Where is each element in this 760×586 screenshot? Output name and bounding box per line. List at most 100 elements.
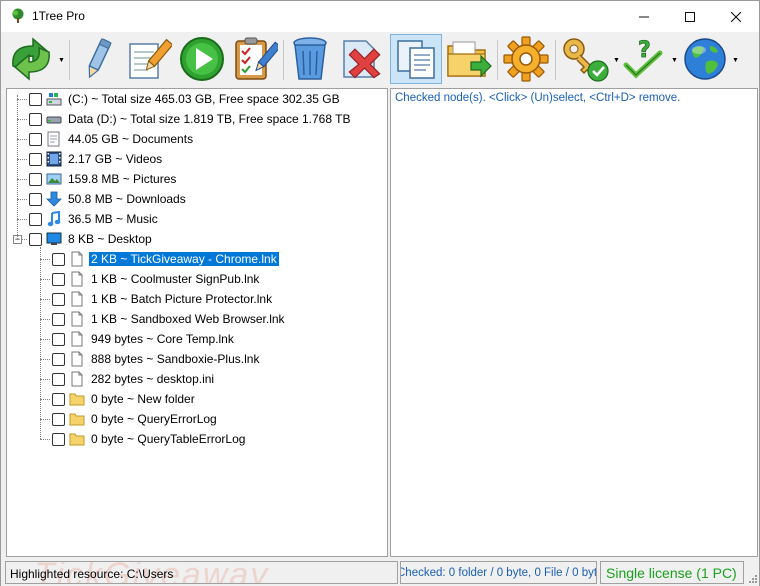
pencil-icon: [88, 38, 112, 79]
tree-item[interactable]: 2 KB ~ TickGiveaway - Chrome.lnk: [7, 249, 387, 269]
tree-item-checkbox[interactable]: [29, 213, 42, 226]
copy-button[interactable]: [390, 34, 442, 84]
tree-item[interactable]: 1 KB ~ Batch Picture Protector.lnk: [7, 289, 387, 309]
status-highlighted-panel: TickGiveaway Highlighted resource: C:\Us…: [5, 561, 398, 584]
tree-item[interactable]: 888 bytes ~ Sandboxie-Plus.lnk: [7, 349, 387, 369]
tree-item[interactable]: 1 KB ~ Sandboxed Web Browser.lnk: [7, 309, 387, 329]
tree-item-label[interactable]: 36.5 MB ~ Music: [66, 212, 160, 226]
resize-grip-icon[interactable]: [747, 573, 757, 583]
tree-item[interactable]: Data (D:) ~ Total size 1.819 TB, Free sp…: [7, 109, 387, 129]
delete-x-icon: [343, 40, 381, 79]
title-bar: 1Tree Pro: [1, 1, 759, 32]
edit-button[interactable]: [75, 34, 121, 84]
web-dropdown-arrow[interactable]: ▼: [732, 57, 739, 64]
help-dropdown-arrow[interactable]: ▼: [671, 57, 678, 64]
checklist-button[interactable]: [229, 34, 279, 84]
tree-item-label[interactable]: 44.05 GB ~ Documents: [66, 132, 195, 146]
close-button[interactable]: [713, 1, 759, 32]
tree-item-checkbox[interactable]: [52, 273, 65, 286]
refresh-dropdown-arrow[interactable]: ▼: [58, 57, 65, 64]
drive-c-icon: [46, 91, 62, 107]
tree-item[interactable]: 0 byte ~ QueryTableErrorLog: [7, 429, 387, 449]
delete-button[interactable]: [337, 34, 387, 84]
tree-item-label[interactable]: 8 KB ~ Desktop: [66, 232, 154, 246]
license-text: Single license (1 PC): [606, 565, 737, 581]
tree-item-label[interactable]: Data (D:) ~ Total size 1.819 TB, Free sp…: [66, 112, 352, 126]
license-dropdown-arrow[interactable]: ▼: [613, 57, 620, 64]
tree-item-label[interactable]: 1 KB ~ Coolmuster SignPub.lnk: [89, 272, 261, 286]
tree-item[interactable]: 0 byte ~ QueryErrorLog: [7, 409, 387, 429]
tree-item-checkbox[interactable]: [29, 233, 42, 246]
tree-item[interactable]: 50.8 MB ~ Downloads: [7, 189, 387, 209]
tree-item-label[interactable]: 159.8 MB ~ Pictures: [66, 172, 178, 186]
tree-app-icon: [12, 8, 24, 23]
tree-item-checkbox[interactable]: [52, 353, 65, 366]
web-button[interactable]: [681, 34, 729, 84]
help-check-icon: ?: [623, 38, 663, 79]
minimize-button[interactable]: [621, 1, 667, 32]
tree-item-checkbox[interactable]: [29, 113, 42, 126]
tree-item[interactable]: 0 byte ~ New folder: [7, 389, 387, 409]
folder-tree[interactable]: − (C:) ~ Total size 465.03 GB, Free spac…: [6, 88, 388, 557]
tree-item-label[interactable]: 1 KB ~ Sandboxed Web Browser.lnk: [89, 312, 287, 326]
desktop-icon: [46, 231, 62, 247]
file-icon: [69, 371, 85, 387]
tree-item-label[interactable]: 0 byte ~ QueryErrorLog: [89, 412, 219, 426]
move-button[interactable]: [444, 34, 494, 84]
folder-icon: [69, 431, 85, 447]
tree-item-checkbox[interactable]: [29, 173, 42, 186]
toolbar: ▼ ▼ ? ▼ ▼: [1, 32, 759, 87]
tree-item-checkbox[interactable]: [52, 253, 65, 266]
tree-item-checkbox[interactable]: [29, 153, 42, 166]
tree-item-label[interactable]: 2.17 GB ~ Videos: [66, 152, 164, 166]
tree-item-checkbox[interactable]: [52, 393, 65, 406]
run-button[interactable]: [177, 34, 227, 84]
refresh-button[interactable]: [5, 34, 57, 84]
tree-item[interactable]: 2.17 GB ~ Videos: [7, 149, 387, 169]
tree-item[interactable]: 949 bytes ~ Core Temp.lnk: [7, 329, 387, 349]
tree-item-label[interactable]: 888 bytes ~ Sandboxie-Plus.lnk: [89, 352, 261, 366]
tree-item-checkbox[interactable]: [29, 193, 42, 206]
tree-item-label[interactable]: (C:) ~ Total size 465.03 GB, Free space …: [66, 92, 342, 106]
tree-item-label[interactable]: 50.8 MB ~ Downloads: [66, 192, 188, 206]
tree-item-checkbox[interactable]: [52, 433, 65, 446]
drive-icon: [46, 111, 62, 127]
tree-item-checkbox[interactable]: [29, 93, 42, 106]
checked-nodes-pane[interactable]: Checked node(s). <Click> (Un)select, <Ct…: [390, 88, 758, 557]
tree-item-checkbox[interactable]: [52, 313, 65, 326]
checked-nodes-hint: Checked node(s). <Click> (Un)select, <Ct…: [395, 92, 681, 104]
status-checked-panel: Checked: 0 folder / 0 byte, 0 File / 0 b…: [400, 561, 597, 584]
tree-item[interactable]: (C:) ~ Total size 465.03 GB, Free space …: [7, 89, 387, 109]
settings-button[interactable]: [501, 34, 551, 84]
license-button[interactable]: [559, 34, 611, 84]
tree-item[interactable]: 36.5 MB ~ Music: [7, 209, 387, 229]
maximize-button[interactable]: [667, 1, 713, 32]
tree-item-label[interactable]: 949 bytes ~ Core Temp.lnk: [89, 332, 236, 346]
tree-item-checkbox[interactable]: [52, 373, 65, 386]
notepad-button[interactable]: [123, 34, 173, 84]
tree-item-label[interactable]: 1 KB ~ Batch Picture Protector.lnk: [89, 292, 274, 306]
tree-item[interactable]: 1 KB ~ Coolmuster SignPub.lnk: [7, 269, 387, 289]
refresh-arrows-icon: [12, 37, 50, 81]
tree-item-checkbox[interactable]: [52, 413, 65, 426]
documents-icon: [46, 131, 62, 147]
folder-icon: [69, 411, 85, 427]
help-button[interactable]: ?: [621, 34, 669, 84]
tree-item-label[interactable]: 0 byte ~ New folder: [89, 392, 197, 406]
tree-item[interactable]: 159.8 MB ~ Pictures: [7, 169, 387, 189]
tree-item[interactable]: 44.05 GB ~ Documents: [7, 129, 387, 149]
tree-item-checkbox[interactable]: [52, 293, 65, 306]
toolbar-separator: [69, 40, 70, 80]
toolbar-separator: [283, 40, 284, 80]
key-check-icon: [563, 38, 609, 82]
tree-item-label[interactable]: 2 KB ~ TickGiveaway - Chrome.lnk: [89, 252, 279, 266]
file-icon: [69, 311, 85, 327]
tree-item-checkbox[interactable]: [52, 333, 65, 346]
maximize-icon: [685, 11, 695, 22]
tree-item-label[interactable]: 282 bytes ~ desktop.ini: [89, 372, 216, 386]
tree-item[interactable]: 282 bytes ~ desktop.ini: [7, 369, 387, 389]
tree-item[interactable]: 8 KB ~ Desktop: [7, 229, 387, 249]
tree-item-label[interactable]: 0 byte ~ QueryTableErrorLog: [89, 432, 247, 446]
tree-item-checkbox[interactable]: [29, 133, 42, 146]
recycle-bin-button[interactable]: [289, 34, 331, 84]
